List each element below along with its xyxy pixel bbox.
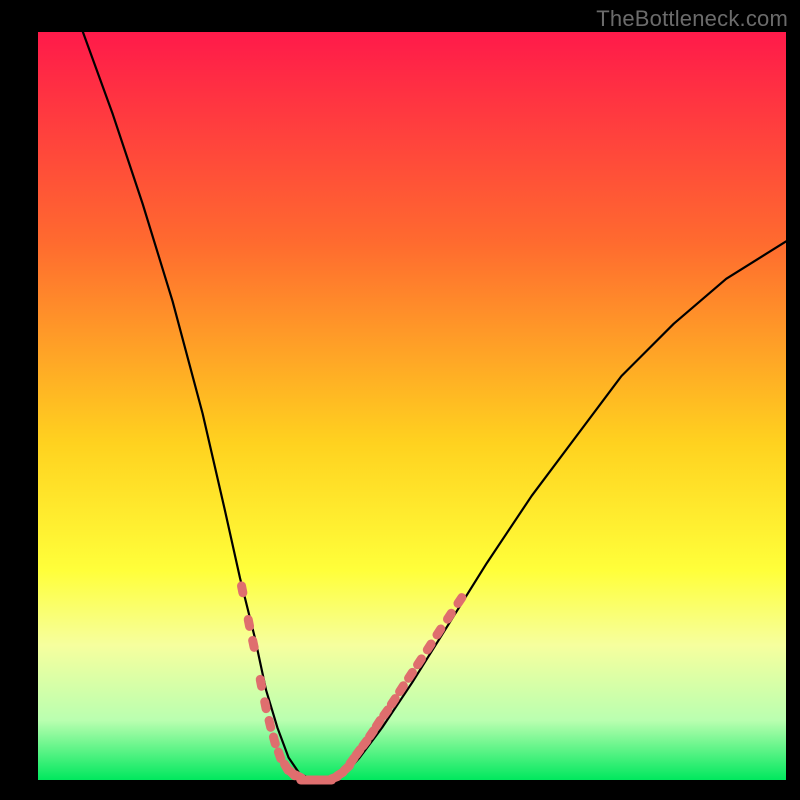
plot-background (38, 32, 786, 780)
chart-frame: { "watermark": "TheBottleneck.com", "col… (0, 0, 800, 800)
bottleneck-chart (0, 0, 800, 800)
watermark-text: TheBottleneck.com (596, 6, 788, 32)
